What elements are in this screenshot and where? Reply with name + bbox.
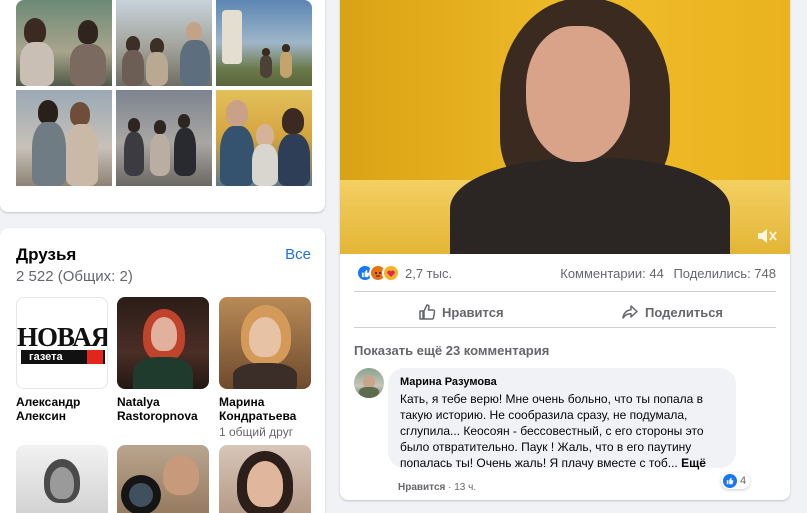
thumbs-up-icon: [419, 304, 436, 320]
friends-count: 2 522 (Общих: 2): [16, 268, 133, 285]
comments-count[interactable]: Комментарии: 44: [560, 266, 664, 281]
photo-grid: [16, 0, 312, 196]
mute-icon[interactable]: [756, 226, 778, 250]
comment-time[interactable]: 13 ч.: [454, 482, 476, 493]
friend-name[interactable]: Natalya Rastoropnova: [117, 395, 209, 423]
photo-thumbnail[interactable]: [216, 0, 312, 86]
photo-thumbnail[interactable]: [16, 0, 112, 86]
friend-name[interactable]: Марина Кондратьева: [219, 395, 311, 423]
friend-avatar[interactable]: [117, 445, 209, 513]
comment-bubble: Марина Разумова Кать, я тебе верю! Мне о…: [388, 368, 736, 470]
comment-like-link[interactable]: Нравится: [398, 482, 445, 493]
like-button-label: Нравится: [442, 304, 504, 320]
divider: [354, 291, 776, 292]
comment-reactions[interactable]: 4: [721, 473, 751, 489]
comment-text: Кать, я тебе верю! Мне очень больно, что…: [400, 392, 706, 470]
post-video[interactable]: [340, 0, 790, 254]
friend-item[interactable]: [16, 445, 108, 513]
friend-item[interactable]: Natalya Rastoropnova: [117, 297, 209, 423]
friend-avatar[interactable]: [219, 297, 311, 389]
share-icon: [622, 305, 638, 319]
friend-avatar[interactable]: НОВАЯ газета: [16, 297, 108, 389]
friend-item[interactable]: [117, 445, 209, 513]
share-button[interactable]: Поделиться: [621, 303, 723, 321]
comment-author[interactable]: Марина Разумова: [400, 375, 724, 389]
photo-thumbnail[interactable]: [16, 90, 112, 186]
novaya-gazeta-logo: НОВАЯ газета: [17, 322, 108, 364]
comment-meta: Нравится · 13 ч.: [398, 482, 477, 493]
photo-thumbnail[interactable]: [216, 90, 312, 186]
friend-avatar[interactable]: [219, 445, 311, 513]
reactions-summary[interactable]: 2,7 тыс.: [356, 264, 452, 282]
friends-title[interactable]: Друзья: [16, 245, 76, 265]
photo-thumbnail[interactable]: [116, 0, 212, 86]
friend-item[interactable]: Марина Кондратьева 1 общий друг: [219, 297, 311, 439]
post-card: 2,7 тыс. Комментарии: 44 Поделились: 748…: [340, 0, 790, 500]
care-icon: [382, 264, 400, 282]
photo-thumbnail[interactable]: [116, 90, 212, 186]
friend-avatar[interactable]: [16, 445, 108, 513]
see-all-friends-link[interactable]: Все: [285, 246, 311, 263]
friend-name[interactable]: Александр Алексин: [16, 395, 108, 423]
friend-avatar[interactable]: [117, 297, 209, 389]
like-button[interactable]: Нравится: [418, 303, 504, 321]
reactions-count[interactable]: 2,7 тыс.: [405, 266, 452, 281]
comment-likes-count: 4: [740, 475, 747, 487]
see-more-link[interactable]: Ещё: [681, 456, 706, 470]
friend-item[interactable]: НОВАЯ газета Александр Алексин: [16, 297, 108, 423]
friend-item[interactable]: [219, 445, 311, 513]
like-icon: [723, 474, 737, 488]
post-stats: Комментарии: 44 Поделились: 748: [554, 266, 776, 281]
shares-count[interactable]: Поделились: 748: [673, 266, 776, 281]
share-button-label: Поделиться: [645, 304, 724, 320]
mutual-friends[interactable]: 1 общий друг: [219, 425, 311, 439]
divider: [354, 327, 776, 328]
show-more-comments-link[interactable]: Показать ещё 23 комментария: [354, 343, 549, 358]
friends-card: Друзья Все 2 522 (Общих: 2) НОВАЯ газета…: [0, 228, 325, 513]
photos-card: [0, 0, 325, 212]
commenter-avatar[interactable]: [354, 368, 384, 398]
